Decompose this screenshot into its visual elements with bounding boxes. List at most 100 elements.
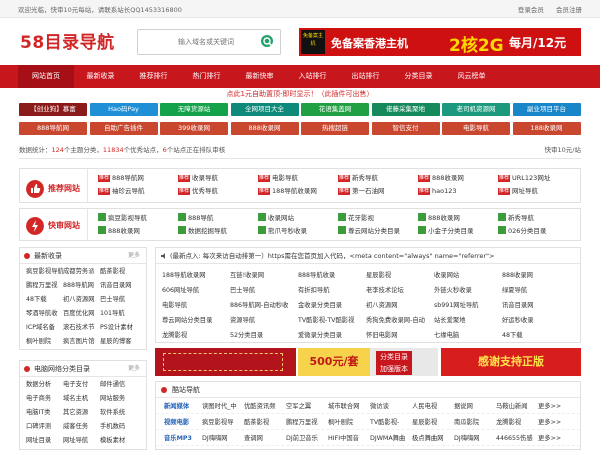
tag-link[interactable]: 花语集盖网 — [301, 103, 369, 116]
list-item[interactable]: 其它资源 — [63, 407, 100, 419]
tag-link[interactable]: 无障货源站 — [160, 103, 228, 116]
list-item[interactable]: 888导航网 — [63, 280, 100, 292]
list-item[interactable]: 老李技术论坛 — [366, 284, 434, 297]
nav-recommend[interactable]: 推荐排行 — [127, 65, 180, 88]
list-item[interactable]: sb991网址导航 — [434, 299, 502, 312]
kuzhan-link[interactable]: TV酷影视- — [370, 415, 412, 429]
kuzhan-link[interactable]: HIFI中国音 — [328, 431, 370, 445]
site-link[interactable]: 疯豆影视导航 — [98, 212, 178, 225]
list-item[interactable]: 威客任务 — [63, 421, 100, 433]
tag-link[interactable]: 佬藤采集聚地 — [371, 103, 440, 116]
list-item[interactable]: 好运秒收录 — [502, 314, 570, 327]
list-item[interactable]: 网址目录 — [26, 435, 63, 447]
site-logo[interactable]: 58目录导航 — [20, 28, 115, 53]
site-link[interactable]: 推荐 新秀导航 — [338, 172, 418, 185]
nav-latest[interactable]: 最新收录 — [74, 65, 127, 88]
list-item[interactable]: 886导航网-自动秒收 — [230, 299, 298, 312]
tag-link[interactable]: 自助广告插件 — [89, 122, 158, 135]
site-link[interactable]: 新秀导航 — [498, 212, 578, 225]
register-link[interactable]: 会员注册 — [556, 6, 582, 14]
tag-link[interactable]: 全网项目大全 — [230, 103, 299, 116]
list-item[interactable]: PS设计素材 — [100, 322, 137, 334]
kuzhan-link[interactable]: DJ嗨嗨网 — [454, 431, 496, 445]
list-item[interactable]: 模板素材 — [100, 435, 137, 447]
list-item[interactable]: 百度优化网 — [63, 308, 100, 320]
kuzhan-link[interactable]: 枫叶剧院 — [328, 415, 370, 429]
kuzhan-link[interactable]: 空军之翼 — [286, 399, 328, 413]
tag-link[interactable]: 188收录网 — [512, 122, 581, 135]
list-item[interactable]: 星辰的博客 — [100, 336, 137, 348]
kuzhan-category[interactable]: 视频电影 — [164, 415, 202, 429]
list-item[interactable]: 电脑IT类 — [26, 407, 63, 419]
nav-categories[interactable]: 分类目录 — [392, 65, 445, 88]
list-item[interactable]: 邮件通信 — [100, 379, 137, 391]
list-item[interactable]: 讯音目录网 — [100, 280, 137, 292]
list-item[interactable]: 606网址导航 — [162, 284, 230, 297]
list-item[interactable]: 电子商务 — [26, 393, 63, 405]
site-link[interactable]: 推荐 第一石油网 — [338, 185, 418, 198]
kuzhan-link[interactable]: 人民电视 — [412, 399, 454, 413]
tag-link[interactable]: 老司机资源网 — [442, 103, 510, 116]
ad-banner-2[interactable]: 500元/套 分类目录 加强版本 — [298, 348, 438, 376]
kuzhan-link[interactable]: 据说网 — [454, 399, 496, 413]
kuzhan-link[interactable]: 极点舞曲网 — [412, 431, 454, 445]
ad-banner-1[interactable] — [155, 348, 296, 376]
site-link[interactable]: 尊云网站分类目录 — [338, 225, 418, 238]
site-link[interactable]: 推荐 袖珍云导航 — [98, 185, 178, 198]
tag-link[interactable]: 智信支付 — [371, 122, 440, 135]
tag-link[interactable]: 888导航网 — [19, 122, 87, 135]
kuzhan-link[interactable]: 读图时代_中 — [202, 399, 244, 413]
site-link[interactable]: 推荐 收录导航 — [178, 172, 258, 185]
list-item[interactable]: 收录网站 — [434, 269, 502, 282]
list-item[interactable]: 48下载 — [26, 294, 63, 306]
list-item[interactable]: 七缘电脑 — [434, 329, 502, 342]
tag-link[interactable]: Hao码Pay — [89, 103, 158, 116]
list-item[interactable]: 外链火秒收录 — [434, 284, 502, 297]
tag-link[interactable]: 热搜超链 — [301, 122, 369, 135]
nav-hot[interactable]: 热门排行 — [180, 65, 233, 88]
kuzhan-category[interactable]: 新闻媒体 — [164, 399, 202, 413]
site-link[interactable]: 收录网站 — [258, 212, 338, 225]
kuzhan-link[interactable]: 南瓜影院 — [454, 415, 496, 429]
list-item[interactable]: 网址导航 — [63, 435, 100, 447]
search-input[interactable] — [138, 30, 248, 54]
site-link[interactable]: 熊爪号秒收录 — [258, 225, 338, 238]
kuzhan-link[interactable]: 马鞍山新闻 — [496, 399, 538, 413]
nav-ranking[interactable]: 风云榜单 — [445, 65, 498, 88]
tag-link[interactable]: 副业项目平台 — [512, 103, 581, 116]
kuzhan-link[interactable]: 查调网 — [244, 431, 286, 445]
list-item[interactable]: 初八资源网 — [366, 299, 434, 312]
nav-home[interactable]: 网站首页 — [18, 65, 74, 88]
list-item[interactable]: 酷茶影视 — [100, 266, 137, 278]
list-item[interactable]: 888收录网 — [502, 269, 570, 282]
list-item[interactable]: 站长爱聚地 — [434, 314, 502, 327]
list-item[interactable]: 绿夏导航 — [502, 284, 570, 297]
list-item[interactable]: 怀旧电影网 — [366, 329, 434, 342]
kuzhan-category[interactable]: 音乐MP3 — [164, 431, 202, 445]
list-item[interactable]: 软件系统 — [100, 407, 137, 419]
list-item[interactable]: 初八资源网 — [63, 294, 100, 306]
kuzhan-link[interactable]: DJ嗨嗨网 — [202, 431, 244, 445]
list-item[interactable]: 疯言图片馆 — [63, 336, 100, 348]
site-link[interactable]: 推荐 888收录网 — [418, 172, 498, 185]
site-link[interactable]: 推荐 888导航网 — [98, 172, 178, 185]
list-item[interactable]: 爱微录分类目录 — [298, 329, 366, 342]
list-item[interactable]: 资源导航 — [230, 314, 298, 327]
list-item[interactable]: 龙腾影视 — [162, 329, 230, 342]
list-item[interactable]: 巴士导航 — [230, 284, 298, 297]
site-link[interactable]: 推荐 188导航收录网 — [258, 185, 338, 198]
kuzhan-link[interactable]: 城市联合网 — [328, 399, 370, 413]
kuzhan-link[interactable]: 446655伤感 — [496, 431, 538, 445]
search-icon[interactable] — [260, 34, 276, 50]
list-item[interactable]: 电子支付 — [63, 379, 100, 391]
list-item[interactable]: 188导航收录网 — [162, 269, 230, 282]
list-item[interactable]: 鹏程万里视 — [26, 280, 63, 292]
list-item[interactable]: 网站服务 — [100, 393, 137, 405]
ad-banner-3[interactable]: 感谢支持正版 — [441, 348, 581, 376]
list-item[interactable]: 域名主机 — [63, 393, 100, 405]
list-item[interactable]: ICP域名备 — [26, 322, 63, 334]
latest-more-link[interactable]: 更多 — [128, 248, 140, 264]
kuzhan-link[interactable]: 龙腾影视 — [496, 415, 538, 429]
site-link[interactable]: 推荐 URL123网址 — [498, 172, 578, 185]
kuzhan-link[interactable]: 星辰影视 — [412, 415, 454, 429]
